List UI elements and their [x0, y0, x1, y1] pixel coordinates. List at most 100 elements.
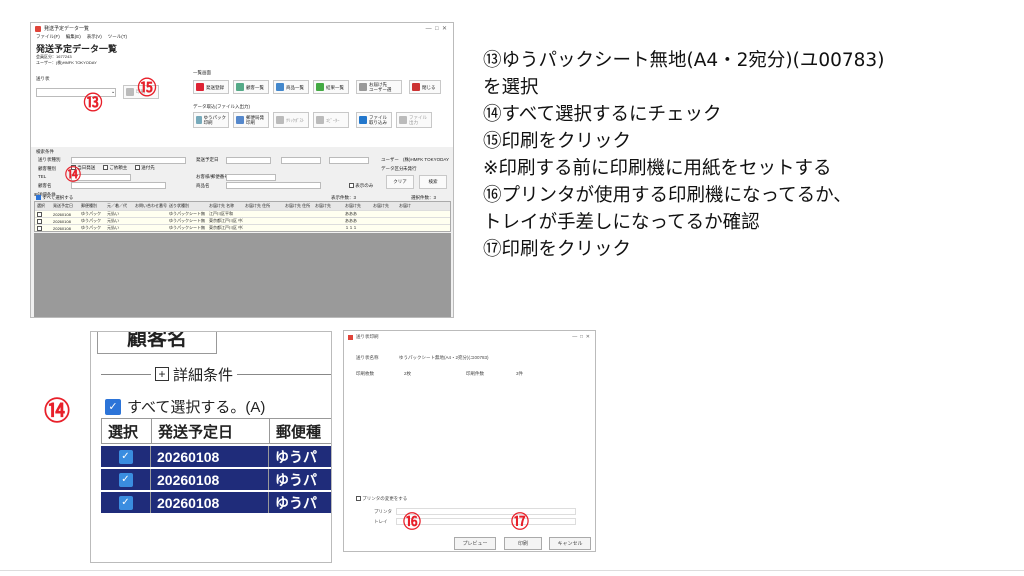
- grid-header-cell[interactable]: 送り状種別: [167, 203, 207, 209]
- ship-date-select[interactable]: [226, 157, 271, 164]
- preview-button[interactable]: プレビュー: [454, 537, 496, 550]
- data-class-value[interactable]: 未発行: [403, 166, 417, 172]
- select-all-checkbox[interactable]: ✓ すべて選択する。(A): [105, 396, 265, 417]
- row-checkbox[interactable]: [37, 211, 42, 217]
- row-checkbox[interactable]: ✓: [101, 446, 151, 467]
- cancel-button[interactable]: キャンセル: [549, 537, 591, 550]
- date-to-input[interactable]: [329, 157, 369, 164]
- grid-header-cell[interactable]: 郵便種別: [79, 203, 105, 209]
- table-cell: ゆうパックシート無（地）: [169, 225, 207, 230]
- toolbar-icon: [359, 116, 367, 124]
- sheet-type-select[interactable]: [71, 157, 186, 164]
- grid-header: 選択 発送予定日 郵便種別 元／着／代 お問い合わせ番号 送り状種別 お届け先 名称 お届け先…: [35, 202, 450, 210]
- import-toolbar-button[interactable]: ｸﾘｯｸﾎﾟｽﾄ: [273, 112, 309, 128]
- import-toolbar-button[interactable]: ｺﾋﾟｰﾀｰ: [313, 112, 349, 128]
- menu-edit[interactable]: 編集(E): [66, 34, 81, 42]
- toolbar-label: ｺﾋﾟｰﾀｰ: [326, 117, 340, 123]
- display-only-check[interactable]: 表示のみ: [349, 183, 373, 189]
- table-cell: [35, 211, 51, 217]
- grid-header-cell[interactable]: お届け: [397, 203, 417, 209]
- menu-file[interactable]: ファイル(F): [36, 34, 60, 42]
- table-row[interactable]: ✓ 20260108 ゆうパ: [101, 490, 331, 513]
- toolbar-label: 郵便局発 印刷: [246, 115, 264, 125]
- check-destination[interactable]: 送付先: [135, 165, 155, 171]
- table-cell: 元払い: [107, 218, 119, 223]
- header-select: 選択: [102, 419, 152, 443]
- dialog-controls-icon[interactable]: — □ ✕: [572, 334, 590, 340]
- import-toolbar-button[interactable]: ファイル 出力: [396, 112, 432, 128]
- table-cell: [35, 225, 51, 231]
- group-line: [237, 373, 331, 375]
- table-cell: あああ: [345, 211, 357, 216]
- grid-header-cell[interactable]: お届け先 住所: [243, 203, 283, 209]
- detail-conditions-group[interactable]: + 詳細条件: [101, 362, 331, 386]
- table-row[interactable]: 20260108 ゆうパック 元払い ゆうパックシート無（地）東京都江戸川区 中葛西 １…: [35, 224, 450, 231]
- dialog-print-button[interactable]: 印刷: [504, 537, 542, 550]
- toolbar-button[interactable]: お届け先 ユーザー選: [356, 80, 402, 94]
- chevron-down-icon[interactable]: ⌄: [111, 89, 115, 95]
- customer-name-input[interactable]: [71, 182, 166, 189]
- grid-header-cell[interactable]: 選択: [35, 203, 51, 209]
- instruction-line: ⑬ゆうパックシート無地(A4・2宛分)(ユ00783): [483, 50, 885, 71]
- toolbar-button[interactable]: 発送登録: [193, 80, 229, 94]
- row-checkbox[interactable]: ✓: [101, 492, 151, 513]
- app-screenshot-main: 発送予定データ一覧 — □ ✕ ファイル(F) 編集(E) 表示(V) ツール(…: [30, 22, 454, 318]
- toolbar-label: ｸﾘｯｸﾎﾟｽﾄ: [286, 117, 304, 123]
- row-checkbox[interactable]: [37, 225, 42, 231]
- row-checkbox[interactable]: ✓: [101, 469, 151, 490]
- label-customer-name: 顧客名: [38, 183, 52, 188]
- instruction-line: ※印刷する前に印刷機に用紙をセットする: [483, 158, 832, 179]
- change-printer-check[interactable]: プリンタの変更をする: [356, 496, 407, 502]
- grid-header-cell[interactable]: お届け先: [343, 203, 371, 209]
- mail-type-cell: ゆうパ: [275, 494, 317, 511]
- table-row[interactable]: ✓ 20260108 ゆうパ: [101, 467, 331, 490]
- table-row[interactable]: 20260108 ゆうパック 元払い ゆうパックシート無（地）江戸川区平和 あああ: [35, 210, 450, 217]
- instruction-line: ⑭すべて選択するにチェック: [483, 104, 722, 125]
- toolbar-button[interactable]: 閉じる: [409, 80, 441, 94]
- date-from-input[interactable]: [281, 157, 321, 164]
- grid-header-cell[interactable]: お問い合わせ番号: [133, 203, 167, 209]
- mail-type-cell: ゆうパ: [275, 448, 317, 465]
- row-checkbox[interactable]: [37, 218, 42, 224]
- customer-name-tab[interactable]: 顧客名: [97, 332, 217, 354]
- toolbar-icon: [412, 83, 420, 91]
- import-toolbar-button[interactable]: ファイル 取り込み: [356, 112, 392, 128]
- sheet-name-label: 送り状名称: [356, 355, 379, 360]
- grid-header-cell[interactable]: 元／着／代: [105, 203, 133, 209]
- ship-date-cell: 20260108: [151, 492, 269, 513]
- toolbar-icon: [276, 116, 284, 124]
- clear-button[interactable]: クリア: [386, 175, 414, 189]
- user-label: ユーザー: [381, 157, 399, 162]
- toolbar-icon: [316, 83, 324, 91]
- window-controls-icon[interactable]: — □ ✕: [426, 25, 447, 32]
- product-input[interactable]: [226, 182, 321, 189]
- user-info: ユーザー：(株)HMFK TOKYODAY: [36, 60, 97, 65]
- menu-view[interactable]: 表示(V): [87, 34, 102, 42]
- toolbar-button[interactable]: 顧客一覧: [233, 80, 269, 94]
- import-toolbar-button[interactable]: 郵便局発 印刷: [233, 112, 269, 128]
- printer-label: プリンタ: [374, 509, 392, 514]
- table-cell: 20260108: [53, 211, 71, 217]
- table-cell: ゆうパック: [81, 218, 101, 223]
- grid-header-cell[interactable]: お届け先 名称: [207, 203, 243, 209]
- print-dialog: 送り状印刷 — □ ✕ 送り状名称 ゆうパックシート無地(A4・2宛分)(ユ00…: [343, 330, 596, 552]
- grid-header-cell[interactable]: お届け先: [313, 203, 343, 209]
- expand-icon[interactable]: +: [155, 367, 169, 381]
- table-cell: 20260108: [53, 218, 71, 224]
- grid-header-cell[interactable]: お届け先 住所: [283, 203, 313, 209]
- search-button[interactable]: 検索: [419, 175, 447, 189]
- label-postal: お客様/郵便番号: [196, 174, 229, 179]
- toolbar-button[interactable]: 商品一覧: [273, 80, 309, 94]
- toolbar-button[interactable]: 結果一覧: [313, 80, 349, 94]
- ship-date-cell: 20260108: [151, 446, 269, 467]
- table-row[interactable]: 20260108 ゆうパック 元払い ゆうパックシート無（地）東京都江戸川区 中葛西 あ…: [35, 217, 450, 224]
- import-toolbar-button[interactable]: ゆうパック 印刷: [193, 112, 229, 128]
- print-count-value: 3件: [516, 371, 524, 376]
- grid-header-cell[interactable]: お届け先: [371, 203, 397, 209]
- checkmark-icon: ✓: [105, 398, 121, 415]
- table-row[interactable]: ✓ 20260108 ゆうパ: [101, 444, 331, 467]
- menu-tools[interactable]: ツール(T): [108, 34, 127, 42]
- check-requester[interactable]: ご依頼主: [103, 165, 127, 171]
- grid-header-cell[interactable]: 発送予定日: [51, 203, 79, 209]
- postal-input[interactable]: [226, 174, 276, 181]
